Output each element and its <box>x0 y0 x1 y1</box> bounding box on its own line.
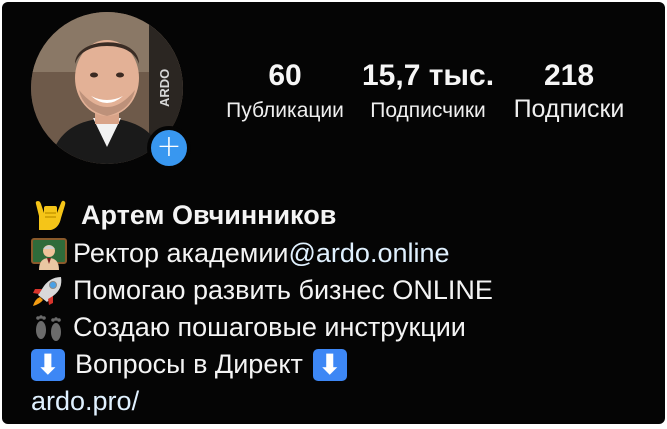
bio-line-4: ⬇ Вопросы в Директ ⬇ <box>31 346 651 383</box>
bio-line-2-text: Помогаю развить бизнес ONLINE <box>73 275 493 305</box>
bio-line-1-text: Ректор академии <box>73 238 289 268</box>
add-story-button[interactable]: + <box>147 126 191 170</box>
plus-icon: + <box>156 129 182 164</box>
down-arrow-icon: ⬇ <box>31 348 65 381</box>
bio-line-1: Ректор академии @ardo.online <box>31 235 651 272</box>
rocket-icon <box>31 275 67 307</box>
ardo-online-mention-link[interactable]: @ardo.online <box>289 238 450 269</box>
followers-stat[interactable]: 15,7 тыс. Подписчики <box>362 58 494 124</box>
posts-stat[interactable]: 60 Публикации <box>220 58 350 124</box>
sign-of-the-horns-icon <box>31 200 67 232</box>
teacher-icon <box>31 237 67 270</box>
profile-name: Артем Овчинников <box>81 200 337 230</box>
followers-label: Подписчики <box>370 99 486 122</box>
footprints-icon <box>31 312 67 344</box>
posts-label: Публикации <box>226 99 344 122</box>
following-label: Подписки <box>513 95 625 123</box>
profile-bio: Артем Овчинников Ректор академии @ardo.o… <box>31 197 651 420</box>
followers-count: 15,7 тыс. <box>362 59 495 92</box>
profile-header: ARDO + 60 Публикации 15,7 тыс. Подписчик… <box>2 2 665 424</box>
bio-line-3-text: Создаю пошаговые инструкции <box>73 312 466 342</box>
website-line: ardo.pro/ <box>31 383 651 420</box>
svg-text:ARDO: ARDO <box>157 69 172 107</box>
profile-name-line: Артем Овчинников <box>31 197 651 234</box>
posts-count: 60 <box>268 59 302 92</box>
down-arrow-icon: ⬇ <box>312 348 347 381</box>
following-count: 218 <box>543 59 595 92</box>
following-stat[interactable]: 218 Подписки <box>504 58 634 122</box>
website-link[interactable]: ardo.pro/ <box>31 386 139 417</box>
bio-line-4-text: Вопросы в Директ <box>75 349 303 379</box>
bio-line-3: Создаю пошаговые инструкции <box>31 309 651 346</box>
bio-line-2: Помогаю развить бизнес ONLINE <box>31 272 651 309</box>
